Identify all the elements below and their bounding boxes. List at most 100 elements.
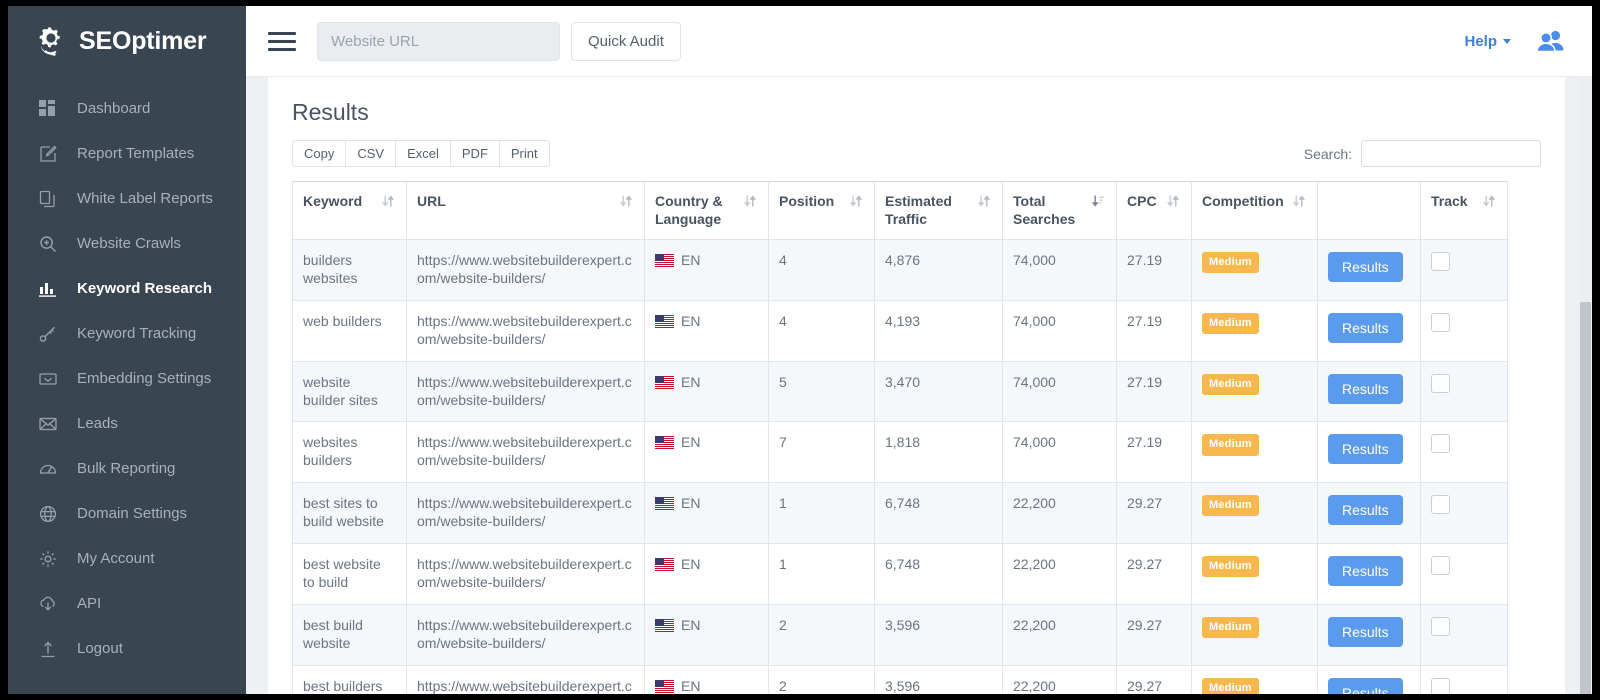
- country-code: EN: [681, 434, 700, 452]
- column-label: Estimated Traffic: [885, 193, 972, 228]
- country-code: EN: [681, 374, 700, 392]
- track-checkbox[interactable]: [1431, 678, 1450, 694]
- row-results-button[interactable]: Results: [1328, 313, 1403, 343]
- cell-total-searches: 74,000: [1003, 361, 1117, 422]
- sidebar-item-api[interactable]: API: [8, 581, 246, 626]
- csv-button[interactable]: CSV: [346, 140, 396, 167]
- sidebar-item-label: Keyword Research: [77, 280, 212, 297]
- us-flag-icon: [655, 436, 674, 449]
- cell-keyword: web builders: [293, 300, 407, 361]
- column-header-country-language[interactable]: Country & Language: [645, 182, 769, 240]
- track-checkbox[interactable]: [1431, 617, 1450, 636]
- track-checkbox[interactable]: [1431, 495, 1450, 514]
- column-header-url[interactable]: URL: [407, 182, 645, 240]
- pdf-button[interactable]: PDF: [451, 140, 500, 167]
- table-head: Keyword URL: [293, 182, 1508, 240]
- vertical-scrollbar-thumb[interactable]: [1580, 302, 1591, 694]
- column-header-position[interactable]: Position: [769, 182, 875, 240]
- sidebar-item-dashboard[interactable]: Dashboard: [8, 86, 246, 131]
- cell-url: https://www.websitebuilderexpert.com/web…: [407, 483, 645, 544]
- help-menu[interactable]: Help: [1464, 33, 1511, 50]
- website-url-input[interactable]: [317, 22, 560, 61]
- cell-action: Results: [1318, 240, 1421, 301]
- track-checkbox[interactable]: [1431, 313, 1450, 332]
- cell-position: 1: [769, 483, 875, 544]
- row-results-button[interactable]: Results: [1328, 374, 1403, 404]
- cell-track: [1421, 604, 1508, 665]
- vertical-scrollbar-track[interactable]: [1578, 77, 1592, 694]
- table-row: best builders websiteshttps://www.websit…: [293, 665, 1508, 694]
- brand[interactable]: SEOptimer: [8, 6, 246, 77]
- row-results-button[interactable]: Results: [1328, 678, 1403, 694]
- row-results-button[interactable]: Results: [1328, 252, 1403, 282]
- country-code: EN: [681, 556, 700, 574]
- sort-desc-active-icon: [1092, 194, 1104, 211]
- export-button-group: Copy CSV Excel PDF Print: [292, 140, 550, 167]
- cell-total-searches: 22,200: [1003, 483, 1117, 544]
- column-header-track[interactable]: Track: [1421, 182, 1508, 240]
- copy-button[interactable]: Copy: [292, 140, 346, 167]
- gear-icon: [38, 549, 57, 568]
- sort-both-icon: [1483, 194, 1495, 211]
- sidebar-item-embedding-settings[interactable]: Embedding Settings: [8, 356, 246, 401]
- column-header-estimated-traffic[interactable]: Estimated Traffic: [875, 182, 1003, 240]
- sidebar: SEOptimer Dashboard Report Templates Whi: [8, 6, 246, 694]
- cell-track: [1421, 240, 1508, 301]
- pencil-square-icon: [38, 144, 57, 163]
- hamburger-icon[interactable]: [268, 30, 296, 52]
- sidebar-item-label: Domain Settings: [77, 505, 187, 522]
- cell-track: [1421, 544, 1508, 605]
- row-results-button[interactable]: Results: [1328, 556, 1403, 586]
- sidebar-item-domain-settings[interactable]: Domain Settings: [8, 491, 246, 536]
- cell-competition: Medium: [1192, 665, 1318, 694]
- cell-competition: Medium: [1192, 361, 1318, 422]
- cell-cpc: 27.19: [1117, 422, 1192, 483]
- cell-url: https://www.websitebuilderexpert.com/web…: [407, 240, 645, 301]
- cell-total-searches: 74,000: [1003, 300, 1117, 361]
- cell-action: Results: [1318, 665, 1421, 694]
- sidebar-item-my-account[interactable]: My Account: [8, 536, 246, 581]
- table-row: builders websiteshttps://www.websitebuil…: [293, 240, 1508, 301]
- column-header-cpc[interactable]: CPC: [1117, 182, 1192, 240]
- row-results-button[interactable]: Results: [1328, 495, 1403, 525]
- us-flag-icon: [655, 558, 674, 571]
- search-input[interactable]: [1361, 140, 1541, 167]
- cell-track: [1421, 483, 1508, 544]
- sidebar-item-white-label-reports[interactable]: White Label Reports: [8, 176, 246, 221]
- top-bar-right: Help: [1464, 29, 1566, 53]
- cell-position: 2: [769, 604, 875, 665]
- us-flag-icon: [655, 376, 674, 389]
- sidebar-item-logout[interactable]: Logout: [8, 626, 246, 671]
- table-body: builders websiteshttps://www.websitebuil…: [293, 240, 1508, 695]
- column-header-competition[interactable]: Competition: [1192, 182, 1318, 240]
- print-button[interactable]: Print: [500, 140, 550, 167]
- row-results-button[interactable]: Results: [1328, 434, 1403, 464]
- sidebar-item-keyword-tracking[interactable]: Keyword Tracking: [8, 311, 246, 356]
- cell-estimated-traffic: 3,470: [875, 361, 1003, 422]
- cell-url: https://www.websitebuilderexpert.com/web…: [407, 422, 645, 483]
- cell-country-language: EN: [645, 604, 769, 665]
- column-header-keyword[interactable]: Keyword: [293, 182, 407, 240]
- competition-badge: Medium: [1202, 252, 1259, 273]
- excel-button[interactable]: Excel: [396, 140, 451, 167]
- track-checkbox[interactable]: [1431, 374, 1450, 393]
- sidebar-item-website-crawls[interactable]: Website Crawls: [8, 221, 246, 266]
- table-row: web buildershttps://www.websitebuilderex…: [293, 300, 1508, 361]
- track-checkbox[interactable]: [1431, 252, 1450, 271]
- sidebar-item-leads[interactable]: Leads: [8, 401, 246, 446]
- track-checkbox[interactable]: [1431, 556, 1450, 575]
- row-results-button[interactable]: Results: [1328, 617, 1403, 647]
- cell-position: 5: [769, 361, 875, 422]
- column-header-total-searches[interactable]: Total Searches: [1003, 182, 1117, 240]
- sidebar-item-keyword-research[interactable]: Keyword Research: [8, 266, 246, 311]
- track-checkbox[interactable]: [1431, 434, 1450, 453]
- sidebar-item-bulk-reporting[interactable]: Bulk Reporting: [8, 446, 246, 491]
- globe-icon: [38, 504, 57, 523]
- people-icon[interactable]: [1536, 29, 1566, 53]
- quick-audit-button[interactable]: Quick Audit: [571, 22, 681, 61]
- us-flag-icon: [655, 497, 674, 510]
- table-row: websites buildershttps://www.websitebuil…: [293, 422, 1508, 483]
- cell-url: https://www.websitebuilderexpert.com/web…: [407, 604, 645, 665]
- us-flag-icon: [655, 315, 674, 328]
- sidebar-item-report-templates[interactable]: Report Templates: [8, 131, 246, 176]
